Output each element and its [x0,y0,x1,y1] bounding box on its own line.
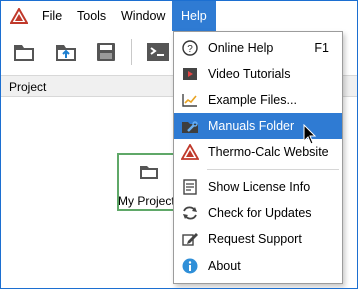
menu-separator [207,169,339,170]
thermo-calc-logo-icon [181,144,199,160]
folder-icon [140,166,158,179]
open-folder-icon[interactable] [7,37,41,67]
save-icon[interactable] [89,37,123,67]
thermo-calc-logo-icon [10,8,28,24]
menu-item-label: Video Tutorials [208,67,291,81]
mouse-cursor-icon [303,124,317,145]
menu-item-example-files[interactable]: Example Files... [174,87,342,113]
info-icon [182,258,198,274]
menu-item-check-for-updates[interactable]: Check for Updates [174,200,342,226]
help-menu-dropdown: ? Online Help F1 Video Tutorials Example… [173,31,343,284]
menu-item-label: About [208,259,241,273]
menu-item-video-tutorials[interactable]: Video Tutorials [174,61,342,87]
menu-item-label: Example Files... [208,93,297,107]
svg-text:?: ? [187,44,193,55]
console-icon[interactable] [141,37,175,67]
shortcut-label: F1 [314,41,329,55]
license-icon [183,179,197,195]
menu-item-show-license-info[interactable]: Show License Info [174,174,342,200]
menu-item-request-support[interactable]: Request Support [174,226,342,252]
video-play-icon [183,68,197,80]
toolbar-separator [131,39,132,65]
menu-help[interactable]: Help [172,1,216,31]
menu-item-label: Online Help [208,41,274,55]
application-window: File Tools Window Help Project My Projec… [0,0,358,289]
edit-icon [182,233,198,246]
refresh-icon [183,206,197,220]
menu-item-label: Show License Info [208,180,311,194]
upload-folder-icon[interactable] [49,37,83,67]
menu-item-label: Manuals Folder [208,119,295,133]
project-node-label: My Project [118,194,175,208]
menu-tools[interactable]: Tools [77,1,106,31]
wrench-folder-icon [182,121,198,133]
menu-file[interactable]: File [42,1,62,31]
menu-window[interactable]: Window [121,1,165,31]
menu-bar: File Tools Window Help [1,1,357,31]
line-chart-icon [182,94,197,107]
question-circle-icon: ? [182,40,198,56]
menu-item-label: Check for Updates [208,206,312,220]
menu-item-online-help[interactable]: ? Online Help F1 [174,35,342,61]
menu-item-about[interactable]: About [174,253,342,279]
menu-item-label: Request Support [208,232,302,246]
